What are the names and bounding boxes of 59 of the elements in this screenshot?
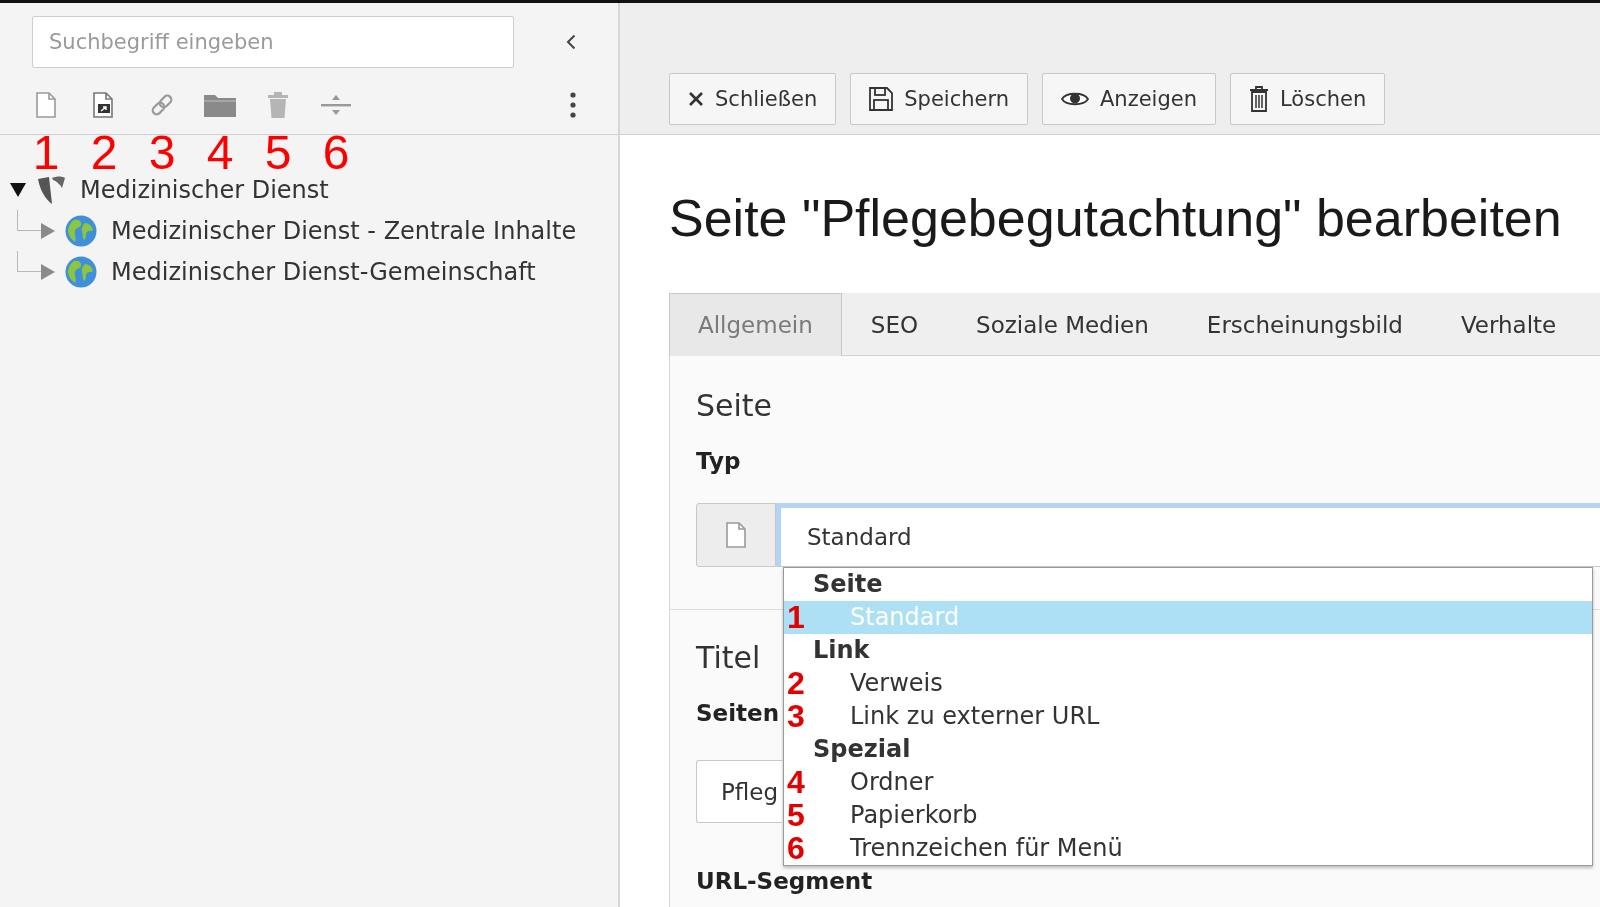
caret-right-icon[interactable] xyxy=(41,263,55,280)
dropdown-option[interactable]: Link zu externer URL xyxy=(820,700,1592,733)
dropdown-option[interactable]: Ordner xyxy=(820,766,1592,799)
tab[interactable]: SEO xyxy=(841,293,948,356)
select-field[interactable]: Standard xyxy=(776,503,1600,567)
delete-button[interactable]: Löschen xyxy=(1230,73,1386,125)
save-icon xyxy=(869,87,894,111)
dropdown-option[interactable]: Verweis xyxy=(820,667,1592,700)
annotation-number: 5 xyxy=(786,799,806,832)
tree-node-label[interactable]: Medizinischer Dienst-Gemeinschaft xyxy=(111,257,536,286)
annotation-number: 6 xyxy=(786,832,806,865)
option-group-label: Seite xyxy=(812,569,883,600)
tab[interactable]: Erscheinungsbild xyxy=(1177,293,1432,356)
option-group-label: Spezial xyxy=(812,734,911,765)
trash-icon xyxy=(1249,86,1269,112)
section-title: Seite xyxy=(696,388,773,424)
tab[interactable]: Allgemein xyxy=(669,293,842,356)
annotation-number: 1 xyxy=(784,601,820,634)
logo-icon xyxy=(36,175,66,205)
page-icon[interactable] xyxy=(36,92,56,118)
caret-down-icon[interactable] xyxy=(10,183,26,197)
field-label: Typ xyxy=(696,448,741,474)
view-button[interactable]: Anzeigen xyxy=(1042,73,1216,125)
tree-node-label[interactable]: Medizinischer Dienst - Zentrale Inhalte xyxy=(111,216,577,245)
tab[interactable]: Soziale Medien xyxy=(947,293,1178,356)
tab[interactable]: Verhalte xyxy=(1431,293,1586,356)
save-button[interactable]: Speichern xyxy=(850,73,1028,125)
page-icon xyxy=(726,522,746,548)
dropdown-option[interactable]: Trennzeichen für Menü xyxy=(820,832,1592,865)
dropdown-option[interactable]: Papierkorb xyxy=(820,799,1592,832)
close-button[interactable]: Schließen xyxy=(669,73,837,125)
more-icon[interactable] xyxy=(570,92,576,118)
option-group-label: Link xyxy=(812,635,870,666)
text-input[interactable]: Pfleg xyxy=(696,760,782,823)
page-arrow-icon[interactable] xyxy=(93,92,115,118)
field-label: Seiten xyxy=(696,700,779,726)
annotation-number: 2 xyxy=(786,667,806,700)
section-title: Titel xyxy=(696,640,761,676)
tree-node-label[interactable]: Medizinischer Dienst xyxy=(80,176,329,204)
link-icon[interactable] xyxy=(149,92,175,118)
page-heading: Seite "Pflegebegutachtung" bearbeiten xyxy=(669,190,1562,246)
globe-icon xyxy=(65,255,97,288)
folder-icon[interactable] xyxy=(204,93,236,117)
annotation-number: 4 xyxy=(205,135,235,170)
annotation-number: 2 xyxy=(89,135,119,170)
annotation-number: 3 xyxy=(786,700,806,733)
trash-icon[interactable] xyxy=(267,92,289,118)
annotation-number: 1 xyxy=(31,135,61,170)
chevron-left-icon[interactable] xyxy=(566,34,576,50)
annotation-number: 6 xyxy=(321,135,351,170)
annotation-number: 5 xyxy=(263,135,293,170)
globe-icon xyxy=(65,214,97,247)
caret-right-icon[interactable] xyxy=(41,222,55,239)
annotation-number: 3 xyxy=(147,135,177,170)
annotation-number: 4 xyxy=(786,766,806,799)
divider-icon[interactable] xyxy=(321,94,351,116)
field-label: URL-Segment xyxy=(696,868,873,894)
close-icon xyxy=(688,91,704,107)
eye-icon xyxy=(1061,90,1089,108)
